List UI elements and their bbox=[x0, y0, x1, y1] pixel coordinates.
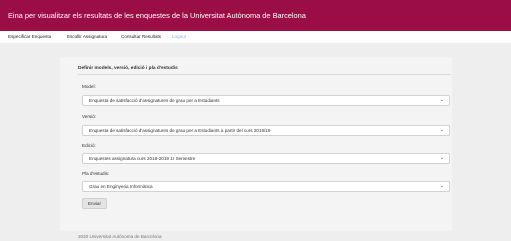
model-label: Model: bbox=[82, 84, 96, 89]
nav-consultar-resultats[interactable]: Consultar Resultats bbox=[121, 31, 161, 43]
app-header: Eina per visualitzar els resultats de le… bbox=[0, 0, 511, 31]
nav-logout[interactable]: Logout bbox=[172, 31, 186, 43]
chevron-down-icon: ⌄ bbox=[439, 183, 444, 189]
form-title: Definir models, versió, edició i pla d'e… bbox=[78, 66, 178, 71]
title-divider bbox=[78, 74, 451, 75]
chevron-down-icon: ⌄ bbox=[439, 127, 444, 133]
edicio-select[interactable]: Enquestes assignatura curs 2018-2019 1r … bbox=[82, 153, 450, 164]
chevron-down-icon: ⌄ bbox=[439, 97, 444, 103]
pla-estudis-label: Pla d'estudis: bbox=[82, 171, 110, 176]
model-select[interactable]: Enquesta de satisfacció d'assignatures d… bbox=[82, 95, 450, 106]
footer-text: 2020 Universitat Autònoma de Barcelona bbox=[78, 234, 162, 239]
nav-escollir-assignatura[interactable]: Escollir Assignatura bbox=[67, 31, 107, 43]
versio-select[interactable]: Enquesta de satisfacció d'assignatures d… bbox=[82, 125, 450, 136]
edicio-select-value: Enquestes assignatura curs 2018-2019 1r … bbox=[89, 156, 196, 161]
edicio-label: Edició: bbox=[82, 143, 96, 148]
versio-select-value: Enquesta de satisfacció d'assignatures d… bbox=[89, 128, 271, 133]
enviar-button[interactable]: Enviar bbox=[82, 198, 107, 209]
model-select-value: Enquesta de satisfacció d'assignatures d… bbox=[89, 98, 220, 103]
chevron-down-icon: ⌄ bbox=[439, 155, 444, 161]
nav-especificar-enquesta[interactable]: Especificar Enquesta bbox=[8, 31, 51, 43]
pla-estudis-select[interactable]: Grau en Enginyeria Informàtica ⌄ bbox=[82, 181, 450, 192]
pla-estudis-select-value: Grau en Enginyeria Informàtica bbox=[89, 184, 153, 189]
main-nav: Especificar Enquesta Escollir Assignatur… bbox=[0, 31, 511, 43]
app-title: Eina per visualitzar els resultats de le… bbox=[8, 11, 306, 20]
versio-label: Versió: bbox=[82, 114, 97, 119]
form-card: Definir models, versió, edició i pla d'e… bbox=[60, 57, 452, 231]
